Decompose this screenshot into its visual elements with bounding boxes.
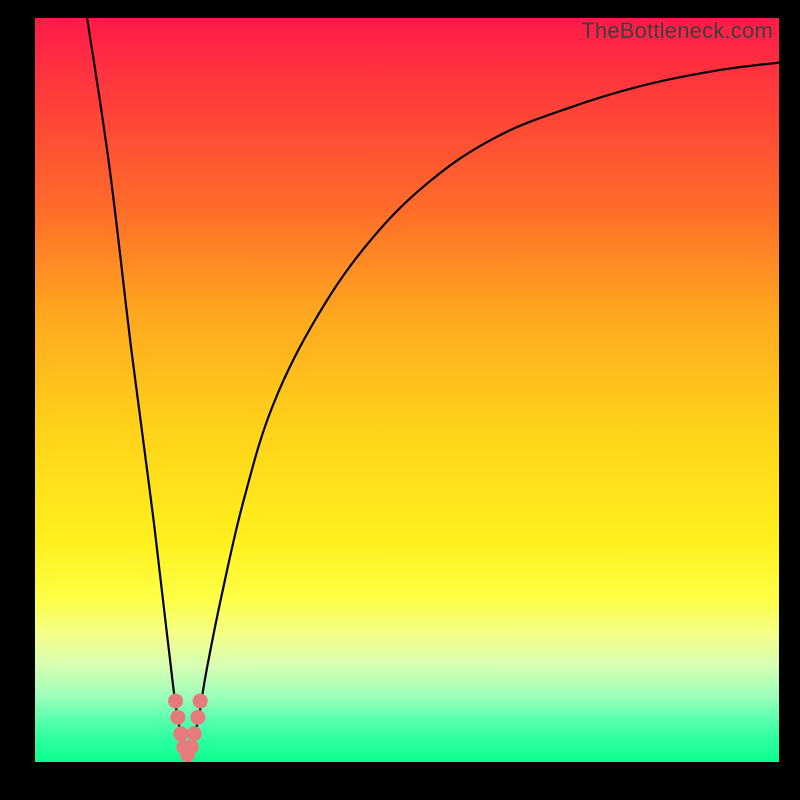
minimum-dot	[168, 693, 183, 708]
minimum-dot	[170, 710, 185, 725]
minimum-dot	[193, 693, 208, 708]
bottleneck-curve	[87, 18, 779, 762]
minimum-dot	[190, 710, 205, 725]
chart-area: TheBottleneck.com	[35, 18, 779, 762]
minimum-dot	[187, 726, 202, 741]
minimum-marker-dots	[168, 693, 208, 762]
minimum-dot	[173, 726, 188, 741]
minimum-dot	[184, 740, 199, 755]
bottleneck-chart	[35, 18, 779, 762]
